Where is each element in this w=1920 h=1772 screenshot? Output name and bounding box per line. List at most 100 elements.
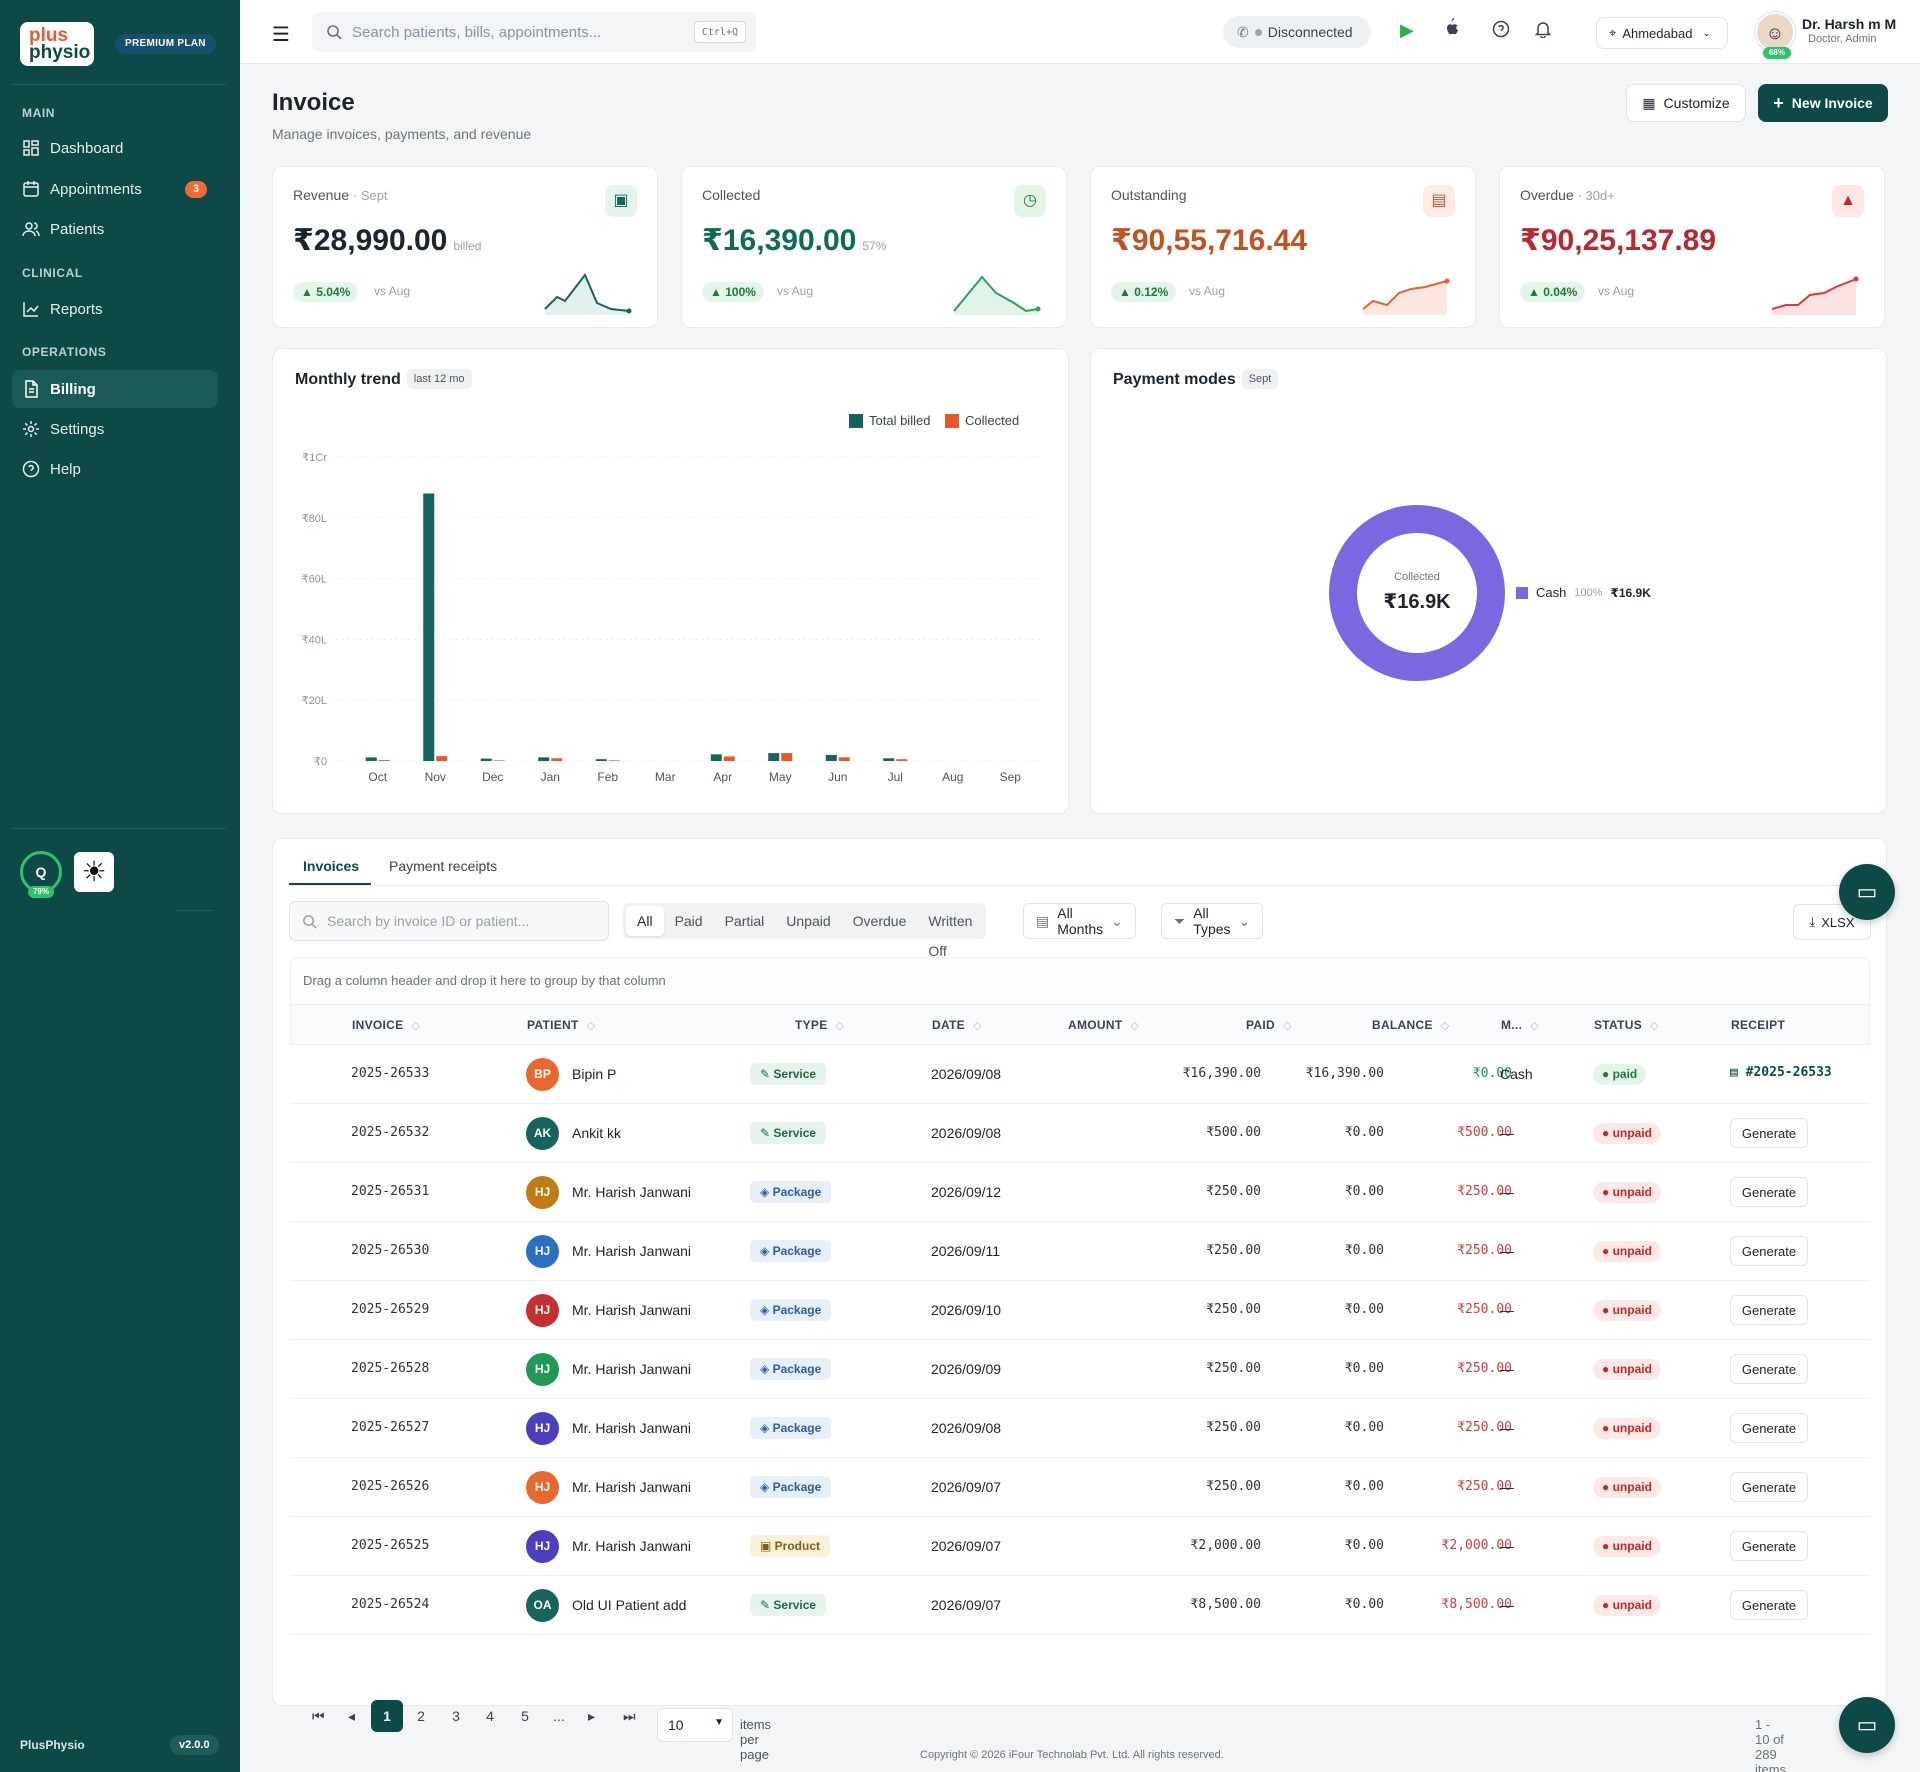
patient-name[interactable]: Mr. Harish Janwani <box>572 1479 691 1495</box>
table-row[interactable]: 2025-26532 AK Ankit kk ✎ Service 2026/09/08 ₹… <box>290 1104 1870 1163</box>
column-header-amount[interactable]: AMOUNT ◇ <box>1068 1018 1139 1032</box>
table-row[interactable]: 2025-26527 HJ Mr. Harish Janwani ◈ Package 2… <box>290 1399 1870 1458</box>
sidebar-item-help[interactable]: Help <box>12 450 218 488</box>
sidebar-item-appointments[interactable]: Appointments 3 <box>12 170 218 208</box>
page-1[interactable]: 1 <box>371 1700 403 1732</box>
invoice-id[interactable]: 2025-26529 <box>351 1302 429 1317</box>
prev-page-icon[interactable]: ◂ <box>348 1708 355 1725</box>
patient-name[interactable]: Mr. Harish Janwani <box>572 1302 691 1318</box>
column-header-type[interactable]: TYPE ◇ <box>795 1018 844 1032</box>
filter-written-off[interactable]: Written Off <box>917 906 983 959</box>
menu-icon[interactable]: ☰ <box>272 22 290 47</box>
patient-name[interactable]: Old UI Patient add <box>572 1597 686 1613</box>
help-icon[interactable] <box>1492 20 1510 43</box>
page-size-select[interactable]: 10 ▼ <box>657 1708 733 1742</box>
table-row[interactable]: 2025-26531 HJ Mr. Harish Janwani ◈ Package 2… <box>290 1163 1870 1222</box>
column-header-invoice[interactable]: INVOICE ◇ <box>352 1018 420 1032</box>
user-avatar[interactable]: ☺ 68% <box>1755 12 1795 59</box>
column-header-patient[interactable]: PATIENT ◇ <box>527 1018 595 1032</box>
table-row[interactable]: 2025-26529 HJ Mr. Harish Janwani ◈ Package 2… <box>290 1281 1870 1340</box>
column-header-receipt[interactable]: RECEIPT <box>1731 1018 1785 1032</box>
filter-overdue[interactable]: Overdue <box>842 906 918 936</box>
generate-receipt-button[interactable]: Generate <box>1730 1177 1808 1207</box>
table-row[interactable]: 2025-26530 HJ Mr. Harish Janwani ◈ Package 2… <box>290 1222 1870 1281</box>
column-header-paid[interactable]: PAID ◇ <box>1246 1018 1292 1032</box>
theme-toggle-sun-icon[interactable]: ☀ <box>74 852 114 892</box>
generate-receipt-button[interactable]: Generate <box>1730 1472 1808 1502</box>
quality-score-badge[interactable]: Q 79% <box>20 851 62 898</box>
sidebar-item-dashboard[interactable]: Dashboard <box>12 129 218 167</box>
new-invoice-button[interactable]: + New Invoice <box>1758 84 1888 122</box>
table-row[interactable]: 2025-26533 BP Bipin P ✎ Service 2026/09/08 ₹1… <box>290 1045 1870 1104</box>
group-by-drop-area[interactable]: Drag a column header and drop it here to… <box>290 957 1870 1005</box>
page-4[interactable]: 4 <box>474 1700 506 1732</box>
filter-partial[interactable]: Partial <box>714 906 776 936</box>
patient-name[interactable]: Mr. Harish Janwani <box>572 1184 691 1200</box>
customize-button[interactable]: ▦ Customize <box>1626 84 1746 122</box>
global-search-input[interactable]: Search patients, bills, appointments... … <box>312 12 756 52</box>
table-row[interactable]: 2025-26525 HJ Mr. Harish Janwani ▣ Product 2… <box>290 1517 1870 1576</box>
first-page-icon[interactable]: ⏮ <box>312 1708 325 1725</box>
types-dropdown[interactable]: ⏷ All Types ⌄ <box>1161 903 1264 939</box>
generate-receipt-button[interactable]: Generate <box>1730 1295 1808 1325</box>
brand-logo[interactable]: plus physio <box>20 22 94 66</box>
patient-name[interactable]: Mr. Harish Janwani <box>572 1538 691 1554</box>
invoice-id[interactable]: 2025-26525 <box>351 1538 429 1553</box>
column-header-balance[interactable]: BALANCE ◇ <box>1372 1018 1450 1032</box>
filter-unpaid[interactable]: Unpaid <box>775 906 841 936</box>
sidebar-item-settings[interactable]: Settings <box>12 410 218 448</box>
patient-name[interactable]: Ankit kk <box>572 1125 621 1141</box>
invoice-search-input[interactable]: Search by invoice ID or patient... <box>289 901 609 941</box>
patient-name[interactable]: Mr. Harish Janwani <box>572 1420 691 1436</box>
generate-receipt-button[interactable]: Generate <box>1730 1118 1808 1148</box>
legend-collected[interactable]: Collected <box>945 413 1019 428</box>
invoice-id[interactable]: 2025-26531 <box>351 1184 429 1199</box>
invoice-id[interactable]: 2025-26530 <box>351 1243 429 1258</box>
page-3[interactable]: 3 <box>440 1700 472 1732</box>
whatsapp-status[interactable]: ✆ Disconnected <box>1223 16 1371 48</box>
sidebar-item-reports[interactable]: Reports <box>12 290 218 328</box>
generate-receipt-button[interactable]: Generate <box>1730 1413 1808 1443</box>
invoice-id[interactable]: 2025-26527 <box>351 1420 429 1435</box>
invoice-id[interactable]: 2025-26532 <box>351 1125 429 1140</box>
apple-icon[interactable] <box>1443 18 1459 41</box>
tab-payment-receipts[interactable]: Payment receipts <box>389 858 497 874</box>
column-header-mode[interactable]: M... ◇ <box>1501 1018 1539 1032</box>
invoice-paid: ₹0.00 <box>1344 1479 1384 1494</box>
generate-receipt-button[interactable]: Generate <box>1730 1354 1808 1384</box>
invoice-id[interactable]: 2025-26524 <box>351 1597 429 1612</box>
generate-receipt-button[interactable]: Generate <box>1730 1590 1808 1620</box>
table-row[interactable]: 2025-26524 OA Old UI Patient add ✎ Service 2… <box>290 1576 1870 1635</box>
column-header-date[interactable]: DATE ◇ <box>932 1018 982 1032</box>
table-row[interactable]: 2025-26528 HJ Mr. Harish Janwani ◈ Package 2… <box>290 1340 1870 1399</box>
column-header-status[interactable]: STATUS ◇ <box>1594 1018 1659 1032</box>
last-page-icon[interactable]: ⏭ <box>623 1708 636 1725</box>
sidebar-item-billing[interactable]: Billing <box>12 370 218 408</box>
tab-invoices[interactable]: Invoices <box>303 858 359 874</box>
support-chat-button[interactable]: ▭ <box>1839 1697 1895 1753</box>
generate-receipt-button[interactable]: Generate <box>1730 1236 1808 1266</box>
months-dropdown[interactable]: ▤ All Months ⌄ <box>1023 903 1136 939</box>
generate-receipt-button[interactable]: Generate <box>1730 1531 1808 1561</box>
next-page-icon[interactable]: ▸ <box>588 1708 595 1725</box>
patient-name[interactable]: Bipin P <box>572 1066 616 1082</box>
invoice-id[interactable]: 2025-26533 <box>351 1066 429 1081</box>
play-store-icon[interactable]: ▶ <box>1400 20 1414 41</box>
filter-paid[interactable]: Paid <box>664 906 714 936</box>
patient-name[interactable]: Mr. Harish Janwani <box>572 1243 691 1259</box>
legend-cash[interactable]: Cash 100% ₹16.9K <box>1516 585 1651 600</box>
filter-all[interactable]: All <box>626 906 664 936</box>
page-ellipsis[interactable]: ... <box>543 1700 575 1732</box>
receipt-link[interactable]: ▤ #2025-26533 <box>1730 1065 1832 1080</box>
location-select[interactable]: ⌖ Ahmedabad ⌄ <box>1596 17 1728 49</box>
bell-icon[interactable] <box>1534 20 1552 43</box>
invoice-id[interactable]: 2025-26528 <box>351 1361 429 1376</box>
patient-name[interactable]: Mr. Harish Janwani <box>572 1361 691 1377</box>
chat-button[interactable]: ▭ <box>1839 864 1895 920</box>
table-row[interactable]: 2025-26526 HJ Mr. Harish Janwani ◈ Package 2… <box>290 1458 1870 1517</box>
sidebar-item-patients[interactable]: Patients <box>12 210 218 248</box>
page-2[interactable]: 2 <box>405 1700 437 1732</box>
legend-total-billed[interactable]: Total billed <box>849 413 930 428</box>
invoice-id[interactable]: 2025-26526 <box>351 1479 429 1494</box>
page-5[interactable]: 5 <box>509 1700 541 1732</box>
